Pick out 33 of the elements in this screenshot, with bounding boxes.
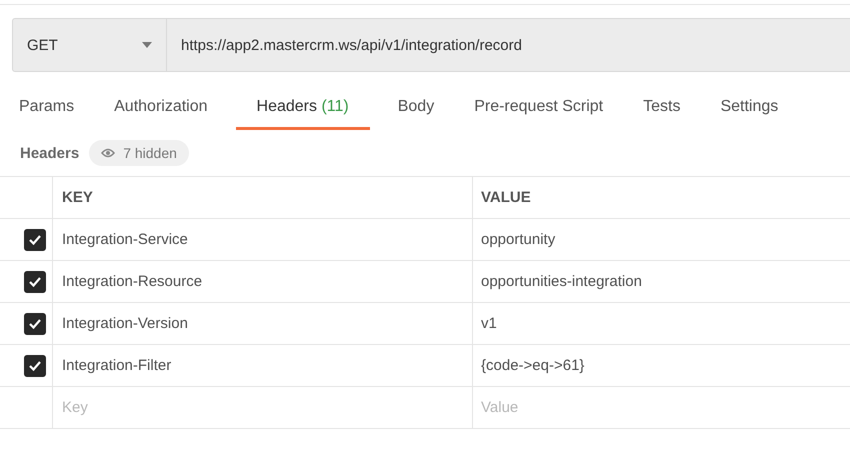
eye-icon bbox=[101, 148, 116, 158]
checkmark-icon bbox=[28, 360, 42, 372]
table-cell: {code->eq->61} bbox=[481, 357, 584, 374]
value-input[interactable]: Value bbox=[481, 399, 681, 416]
checkbox[interactable] bbox=[24, 312, 46, 334]
method-dropdown[interactable]: GET bbox=[12, 18, 167, 72]
checkbox[interactable] bbox=[24, 354, 46, 376]
tab[interactable]: Params bbox=[7, 90, 86, 130]
url-field[interactable]: https://app2.mastercrm.ws/api/v1/integration/record bbox=[167, 18, 850, 72]
table-cell: Integration-Version bbox=[62, 315, 188, 332]
tab[interactable]: Body bbox=[386, 90, 446, 130]
checkmark-icon bbox=[28, 234, 42, 246]
checkbox[interactable] bbox=[24, 228, 46, 250]
table-cell: Integration-Service bbox=[62, 231, 188, 248]
tab[interactable]: Tests bbox=[631, 90, 692, 130]
table-cell: Integration-Filter bbox=[62, 357, 172, 374]
key-input[interactable]: Key bbox=[62, 399, 262, 416]
table-cell: opportunities-integration bbox=[481, 273, 642, 290]
column-header: KEY bbox=[62, 189, 93, 206]
headers-title: Headers bbox=[20, 144, 80, 162]
table-cell: opportunity bbox=[481, 231, 556, 248]
checkbox[interactable] bbox=[24, 270, 46, 292]
table-cell: Integration-Resource bbox=[62, 273, 202, 290]
checkmark-icon bbox=[28, 276, 42, 288]
tab[interactable]: Settings bbox=[708, 90, 790, 130]
checkmark-icon bbox=[28, 318, 42, 330]
table-cell: v1 bbox=[481, 315, 497, 332]
hidden-headers-toggle[interactable]: 7 hidden bbox=[89, 140, 189, 166]
caret-icon bbox=[142, 42, 152, 48]
tab[interactable]: Headers (11) bbox=[236, 90, 370, 130]
column-header: VALUE bbox=[481, 189, 531, 206]
tab[interactable]: Authorization bbox=[102, 90, 220, 130]
tab[interactable]: Pre-request Script bbox=[462, 90, 616, 130]
